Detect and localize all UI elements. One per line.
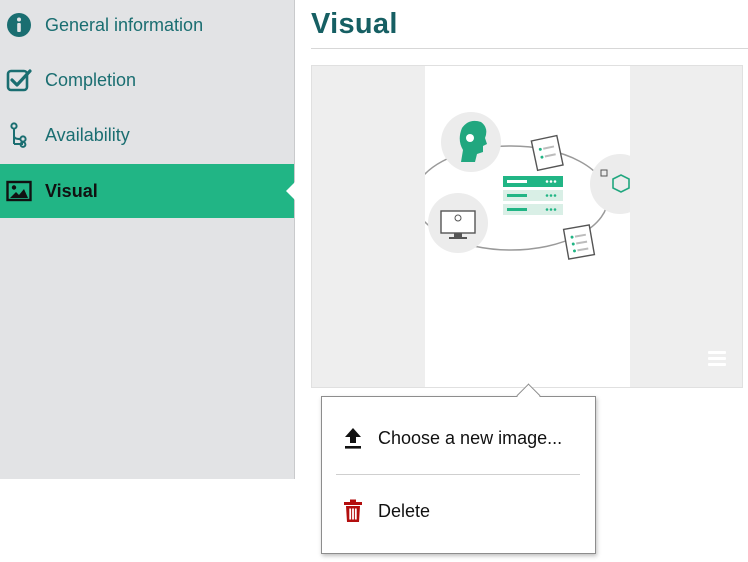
visual-preview xyxy=(311,65,743,388)
choose-new-image-label: Choose a new image... xyxy=(378,427,563,448)
sidebar-item-completion[interactable]: Completion xyxy=(0,53,294,107)
sidebar: General information Completion Availabil… xyxy=(0,0,295,479)
page-title: Visual xyxy=(311,8,398,40)
divider xyxy=(311,48,748,49)
visual-image[interactable] xyxy=(425,66,630,387)
checkbox-checked-icon xyxy=(6,67,32,93)
choose-new-image-button[interactable]: Choose a new image... xyxy=(322,412,595,464)
sidebar-item-label: General information xyxy=(45,14,204,35)
active-pointer xyxy=(286,182,295,200)
sidebar-item-availability[interactable]: Availability xyxy=(0,108,294,162)
hamburger-menu-icon[interactable] xyxy=(708,351,726,369)
divider xyxy=(336,474,580,475)
image-context-menu: Choose a new image... Delete xyxy=(321,383,596,554)
branch-icon xyxy=(6,122,32,148)
sidebar-item-visual[interactable]: Visual xyxy=(0,164,295,218)
sidebar-item-label: Availability xyxy=(45,124,130,145)
trash-icon xyxy=(342,499,364,523)
delete-button[interactable]: Delete xyxy=(322,485,595,537)
upload-icon xyxy=(342,426,364,450)
image-icon xyxy=(6,178,32,204)
sidebar-item-label: Completion xyxy=(45,69,137,90)
sidebar-item-label: Visual xyxy=(45,180,98,201)
sidebar-item-general-information[interactable]: General information xyxy=(0,0,294,52)
delete-label: Delete xyxy=(378,500,431,521)
info-circle-icon xyxy=(6,12,32,38)
